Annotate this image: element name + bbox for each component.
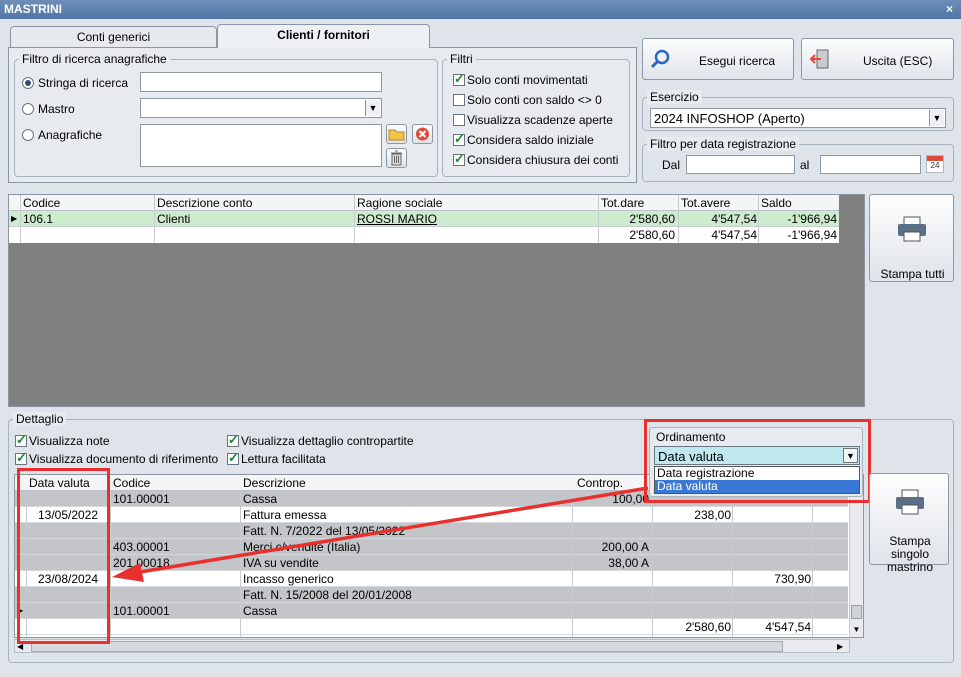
printer-icon: [896, 489, 924, 515]
tab-clienti-fornitori[interactable]: Clienti / fornitori: [217, 24, 430, 48]
annotation-arrow: [112, 486, 649, 582]
print-single-label: Stampa singolo mastrino: [886, 534, 933, 574]
print-single-button[interactable]: Stampa singolo mastrino: [869, 473, 949, 574]
